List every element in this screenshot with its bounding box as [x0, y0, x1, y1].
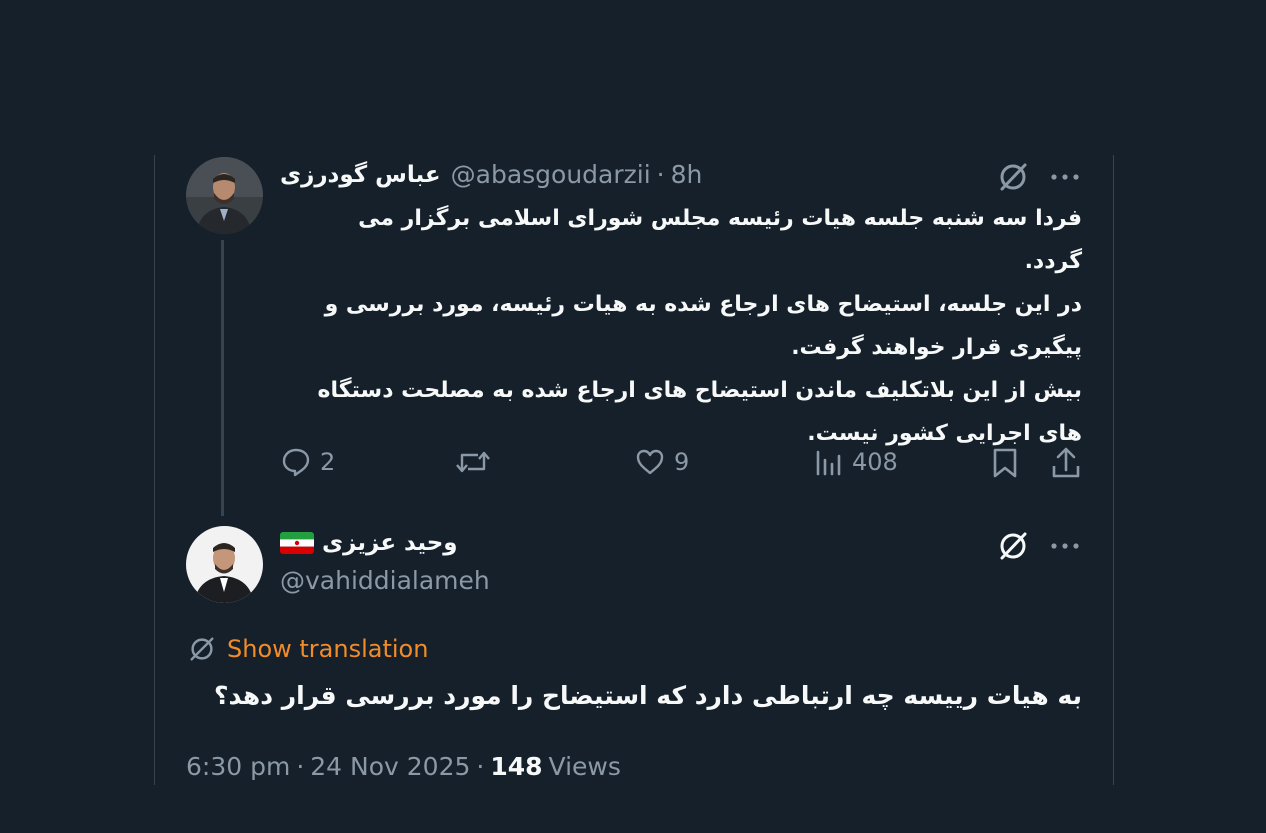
- tweet-time[interactable]: 8h: [671, 160, 703, 189]
- separator-dot: ·: [476, 752, 485, 781]
- share-button[interactable]: [1050, 446, 1082, 480]
- avatar[interactable]: [186, 526, 263, 603]
- views-count: 408: [852, 448, 898, 476]
- tweet-date[interactable]: 24 Nov 2025: [310, 752, 470, 781]
- separator-dot: ·: [296, 752, 305, 781]
- bookmark-icon: [993, 448, 1017, 478]
- reply-author-display-name[interactable]: وحید عزیزی: [322, 530, 458, 556]
- like-button[interactable]: 9: [634, 446, 689, 478]
- tweet-timestamp[interactable]: 6:30 pm: [186, 752, 290, 781]
- translate-icon: [190, 637, 214, 661]
- thread-connector-line: [221, 240, 224, 516]
- show-translation-label[interactable]: Show translation: [227, 635, 428, 663]
- avatar[interactable]: [186, 157, 263, 234]
- bookmark-button[interactable]: [990, 446, 1020, 480]
- author-handle[interactable]: @abasgoudarzii: [451, 160, 651, 189]
- more-options-icon[interactable]: [1048, 531, 1082, 561]
- reply-button[interactable]: 2: [280, 446, 335, 478]
- reply-header: وحید عزیزی: [280, 530, 458, 556]
- tweet-header: عباس گودرزی @abasgoudarzii · 8h: [280, 160, 702, 189]
- retweet-icon: [456, 451, 490, 473]
- more-options-icon[interactable]: [1048, 162, 1082, 192]
- avatar-image: [186, 157, 263, 234]
- like-count: 9: [674, 448, 690, 476]
- tweet-footer: 6:30 pm · 24 Nov 2025 · 148 Views: [186, 752, 621, 781]
- author-display-name[interactable]: عباس گودرزی: [280, 162, 441, 188]
- iran-flag-icon: [280, 532, 314, 554]
- grok-icon[interactable]: [996, 160, 1030, 194]
- tweet-actions: 2 9 408: [280, 446, 1082, 482]
- reply-count: 2: [320, 448, 336, 476]
- show-translation-button[interactable]: Show translation: [187, 634, 428, 664]
- views-count: 148: [490, 752, 543, 781]
- separator-dot: ·: [656, 160, 665, 189]
- reply-icon: [282, 448, 310, 477]
- avatar-image: [186, 526, 263, 603]
- reply-handle-row: @vahiddialameh: [280, 566, 490, 595]
- reply-author-handle[interactable]: @vahiddialameh: [280, 566, 490, 595]
- heart-icon: [636, 449, 664, 475]
- share-icon: [1052, 447, 1080, 478]
- retweet-button[interactable]: [454, 446, 500, 478]
- analytics-icon: [816, 450, 841, 476]
- grok-icon[interactable]: [996, 529, 1030, 563]
- reply-text: به هیات رییسه چه ارتباطی دارد که استیضاح…: [213, 681, 1082, 710]
- views-button[interactable]: 408: [814, 446, 898, 478]
- views-label: Views: [548, 752, 621, 781]
- tweet-text: فردا سه شنبه جلسه هیات رئیسه مجلس شورای …: [317, 206, 1082, 446]
